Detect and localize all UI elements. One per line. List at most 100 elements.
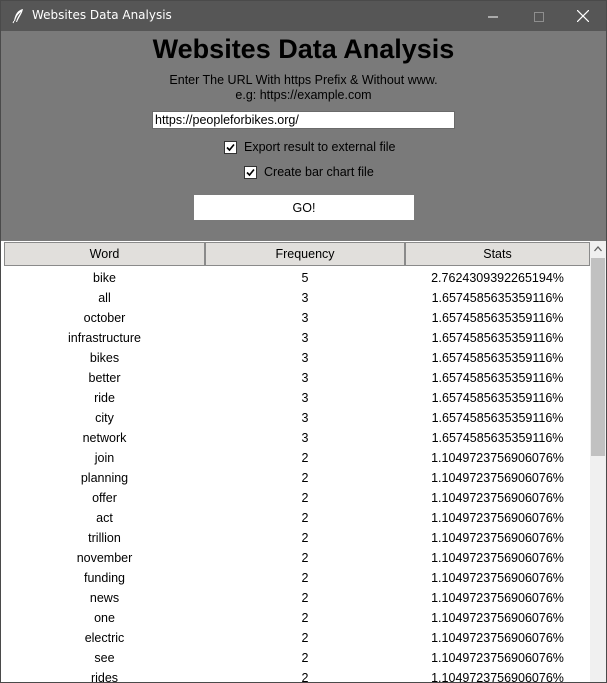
stats-cell: 1.6574585635359116%: [431, 371, 564, 385]
word-cell: bike: [93, 271, 116, 285]
table-row[interactable]: trillion 2 1.1049723756906076%: [4, 528, 590, 548]
title-bar[interactable]: Websites Data Analysis: [1, 1, 606, 31]
frequency-cell: 2: [301, 571, 309, 585]
word-cell: better: [88, 371, 121, 385]
control-panel: Websites Data Analysis Enter The URL Wit…: [1, 31, 606, 241]
stats-cell: 1.1049723756906076%: [431, 531, 564, 545]
table-row[interactable]: bikes 3 1.6574585635359116%: [4, 348, 590, 368]
frequency-cell: 2: [301, 451, 309, 465]
word-cell: act: [96, 511, 113, 525]
word-cell: november: [76, 551, 133, 565]
go-button[interactable]: GO!: [194, 195, 414, 220]
stats-cell: 1.6574585635359116%: [431, 331, 564, 345]
stats-cell: 1.6574585635359116%: [431, 311, 564, 325]
word-cell: one: [94, 611, 115, 625]
table-row[interactable]: bike 5 2.7624309392265194%: [4, 268, 590, 288]
table-row[interactable]: electric 2 1.1049723756906076%: [4, 628, 590, 648]
word-cell: rides: [90, 671, 119, 682]
frequency-cell: 3: [301, 351, 309, 365]
word-cell: october: [83, 311, 126, 325]
word-cell: city: [95, 411, 114, 425]
stats-cell: 1.6574585635359116%: [431, 291, 564, 305]
chevron-up-icon: [594, 246, 602, 252]
chart-checkbox[interactable]: [244, 165, 257, 179]
frequency-cell: 2: [301, 491, 309, 505]
word-cell: bikes: [89, 351, 120, 365]
close-button[interactable]: [560, 1, 606, 31]
export-label: Export result to external file: [244, 140, 396, 154]
stats-cell: 1.1049723756906076%: [431, 571, 564, 585]
minimize-button[interactable]: [470, 1, 516, 31]
table-row[interactable]: network 3 1.6574585635359116%: [4, 428, 590, 448]
word-cell: offer: [92, 491, 117, 505]
word-cell: ride: [94, 391, 115, 405]
table-row[interactable]: join 2 1.1049723756906076%: [4, 448, 590, 468]
checkmark-icon: [246, 168, 255, 176]
word-cell: infrastructure: [68, 331, 141, 345]
column-header-stats[interactable]: Stats: [405, 242, 590, 266]
export-checkbox[interactable]: [224, 140, 237, 154]
stats-cell: 1.6574585635359116%: [431, 431, 564, 445]
table-row[interactable]: all 3 1.6574585635359116%: [4, 288, 590, 308]
maximize-icon: [534, 7, 544, 26]
results-table: Word Frequency Stats bike 5 2.762430939226…: [1, 241, 606, 682]
frequency-cell: 3: [301, 431, 309, 445]
table-row[interactable]: offer 2 1.1049723756906076%: [4, 488, 590, 508]
table-row[interactable]: planning 2 1.1049723756906076%: [4, 468, 590, 488]
stats-cell: 1.1049723756906076%: [431, 611, 564, 625]
vertical-scrollbar[interactable]: [590, 241, 606, 682]
table-row[interactable]: news 2 1.1049723756906076%: [4, 588, 590, 608]
table-row[interactable]: better 3 1.6574585635359116%: [4, 368, 590, 388]
table-row[interactable]: funding 2 1.1049723756906076%: [4, 568, 590, 588]
word-cell: news: [89, 591, 120, 605]
frequency-cell: 3: [301, 311, 309, 325]
table-row[interactable]: see 2 1.1049723756906076%: [4, 648, 590, 668]
table-row[interactable]: one 2 1.1049723756906076%: [4, 608, 590, 628]
word-cell: planning: [80, 471, 129, 485]
stats-cell: 1.1049723756906076%: [431, 671, 564, 682]
maximize-button[interactable]: [516, 1, 562, 31]
table-row[interactable]: october 3 1.6574585635359116%: [4, 308, 590, 328]
instruction-text: Enter The URL With https Prefix & Withou…: [169, 73, 438, 87]
page-title: Websites Data Analysis: [152, 34, 455, 64]
frequency-cell: 2: [301, 531, 309, 545]
table-row[interactable]: act 2 1.1049723756906076%: [4, 508, 590, 528]
export-checkbox-row[interactable]: Export result to external file: [224, 140, 395, 154]
stats-cell: 1.1049723756906076%: [431, 651, 564, 665]
frequency-cell: 2: [301, 611, 309, 625]
word-cell: network: [82, 431, 127, 445]
table-body: bike 5 2.7624309392265194% all 3 1.6574585635…: [4, 268, 590, 682]
column-header-word[interactable]: Word: [4, 242, 205, 266]
url-input[interactable]: [152, 111, 455, 129]
table-row[interactable]: rides 2 1.1049723756906076%: [4, 668, 590, 682]
stats-cell: 1.1049723756906076%: [431, 471, 564, 485]
scroll-up-button[interactable]: [590, 241, 606, 257]
stats-cell: 1.6574585635359116%: [431, 351, 564, 365]
frequency-cell: 3: [301, 391, 309, 405]
frequency-cell: 2: [301, 471, 309, 485]
word-cell: see: [94, 651, 115, 665]
feather-icon: [11, 8, 25, 24]
app-window: Websites Data Analysis Websites Data Ana…: [0, 0, 607, 683]
stats-cell: 1.1049723756906076%: [431, 451, 564, 465]
table-row[interactable]: city 3 1.6574585635359116%: [4, 408, 590, 428]
scrollbar-thumb[interactable]: [591, 258, 605, 456]
frequency-cell: 3: [301, 411, 309, 425]
stats-cell: 1.1049723756906076%: [431, 491, 564, 505]
frequency-cell: 2: [301, 651, 309, 665]
stats-cell: 1.6574585635359116%: [431, 391, 564, 405]
chart-checkbox-row[interactable]: Create bar chart file: [244, 165, 374, 179]
frequency-cell: 2: [301, 631, 309, 645]
minimize-icon: [488, 7, 498, 26]
table-row[interactable]: november 2 1.1049723756906076%: [4, 548, 590, 568]
frequency-cell: 3: [301, 371, 309, 385]
table-row[interactable]: infrastructure 3 1.6574585635359116%: [4, 328, 590, 348]
stats-cell: 1.1049723756906076%: [431, 591, 564, 605]
stats-cell: 1.6574585635359116%: [431, 411, 564, 425]
checkmark-icon: [226, 143, 235, 151]
stats-cell: 1.1049723756906076%: [431, 631, 564, 645]
word-cell: electric: [84, 631, 125, 645]
table-row[interactable]: ride 3 1.6574585635359116%: [4, 388, 590, 408]
word-cell: all: [98, 291, 111, 305]
column-header-frequency[interactable]: Frequency: [205, 242, 405, 266]
